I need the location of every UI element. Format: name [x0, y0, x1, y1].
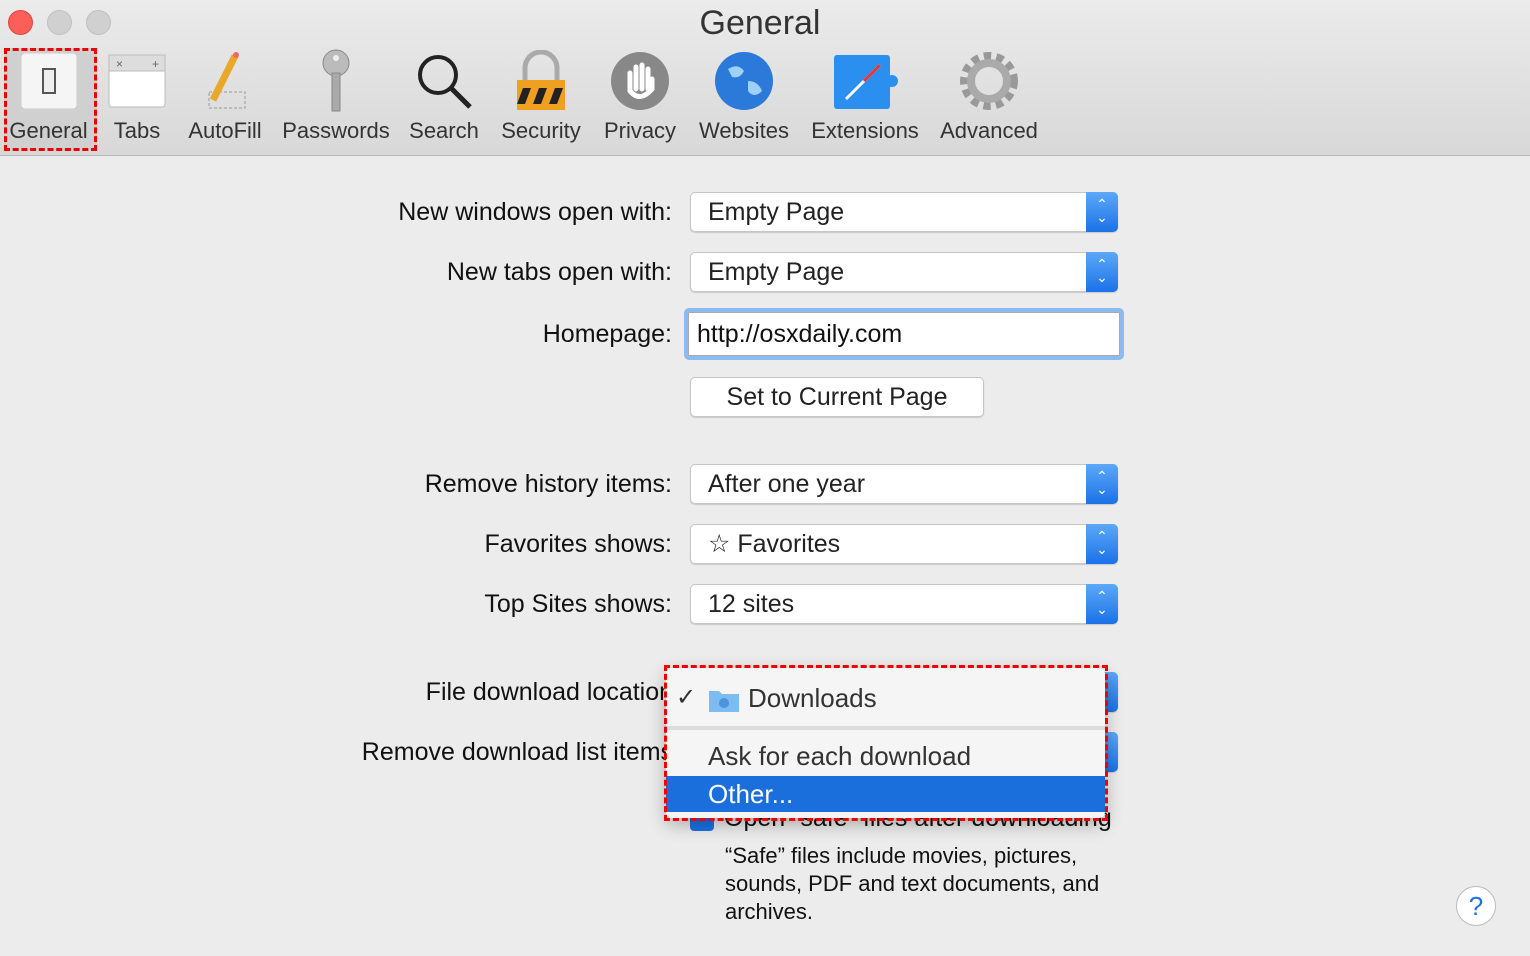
lock-icon: [517, 50, 565, 110]
menu-separator: [666, 726, 1105, 730]
key-icon: [322, 49, 350, 112]
stepper-arrows-icon: ⌃ ⌄: [1086, 524, 1118, 564]
svg-text:×: ×: [116, 57, 123, 71]
stepper-arrows-icon: ⌃ ⌄: [1086, 192, 1118, 232]
tab-websites[interactable]: Websites: [692, 48, 796, 152]
remove-history-popup[interactable]: After one year ⌃ ⌄: [690, 464, 1118, 504]
popup-value: After one year: [708, 470, 866, 498]
svg-text:+: +: [152, 57, 159, 71]
stepper-arrows-icon: ⌃ ⌄: [1086, 584, 1118, 624]
magnifier-icon: [418, 55, 472, 109]
tab-privacy[interactable]: Privacy: [598, 48, 682, 152]
stepper-arrows-icon: ⌃ ⌄: [1086, 464, 1118, 504]
tabs-icon: × +: [108, 54, 166, 108]
tab-label: General: [9, 118, 88, 143]
menu-item-other[interactable]: Other...: [666, 776, 1105, 812]
favorites-label: Favorites shows:: [484, 530, 672, 558]
download-location-menu: ✓ Downloads Ask for each download Other..…: [666, 668, 1105, 818]
homepage-field-wrap: [684, 308, 1124, 360]
hand-icon: [611, 52, 669, 110]
download-location-label: File download location:: [425, 678, 680, 706]
tab-label: Passwords: [282, 118, 390, 143]
remove-history-label: Remove history items:: [424, 470, 672, 498]
tab-passwords[interactable]: Passwords: [278, 48, 394, 152]
homepage-input[interactable]: [688, 312, 1120, 356]
gear-icon: [960, 52, 1018, 110]
tab-label: Tabs: [113, 118, 161, 143]
new-tabs-label: New tabs open with:: [446, 258, 672, 286]
stepper-arrows-icon: ⌃ ⌄: [1086, 252, 1118, 292]
tab-label: Extensions: [811, 118, 919, 143]
new-tabs-popup[interactable]: Empty Page ⌃ ⌄: [690, 252, 1118, 292]
tab-label: Advanced: [940, 118, 1038, 143]
star-icon: ☆: [708, 530, 738, 558]
popup-value: 12 sites: [708, 590, 795, 618]
remove-downloads-label: Remove download list items:: [361, 738, 680, 766]
globe-icon: [715, 52, 773, 110]
tab-label: Security: [501, 118, 581, 143]
top-sites-popup[interactable]: 12 sites ⌃ ⌄: [690, 584, 1118, 624]
tab-label: AutoFill: [188, 118, 262, 143]
window-title: General: [699, 4, 821, 42]
help-button[interactable]: ?: [1456, 886, 1496, 926]
tab-security[interactable]: Security: [494, 48, 588, 152]
new-windows-label: New windows open with:: [398, 198, 672, 226]
menu-item-label: Ask for each download: [708, 741, 972, 771]
checkmark-icon: ✓: [676, 684, 697, 711]
tab-search[interactable]: Search: [404, 48, 484, 152]
titlebar: General General × + Tabs AutoFill Password…: [0, 0, 1530, 156]
set-to-current-page-button[interactable]: Set to Current Page: [690, 377, 984, 417]
popup-value: Empty Page: [708, 258, 845, 286]
popup-value: Empty Page: [708, 198, 845, 226]
top-sites-label: Top Sites shows:: [484, 590, 672, 618]
homepage-label: Homepage:: [542, 320, 672, 348]
tab-autofill[interactable]: AutoFill: [182, 48, 268, 152]
puzzle-icon: [834, 55, 898, 109]
switch-icon: [20, 53, 77, 109]
menu-item-label: Downloads: [748, 683, 877, 713]
tab-tabs[interactable]: × + Tabs: [104, 48, 170, 152]
folder-icon: [709, 691, 739, 713]
new-windows-popup[interactable]: Empty Page ⌃ ⌄: [690, 192, 1118, 232]
popup-value: Favorites: [737, 530, 841, 558]
menu-item-downloads[interactable]: ✓ Downloads: [666, 676, 1105, 720]
menu-item-ask[interactable]: Ask for each download: [666, 736, 1105, 776]
tab-advanced[interactable]: Advanced: [934, 48, 1044, 152]
tab-extensions[interactable]: Extensions: [804, 48, 926, 152]
menu-item-label: Other...: [708, 779, 794, 809]
safe-files-note: “Safe” files include movies, pictures, s…: [725, 843, 1100, 924]
tab-label: Websites: [698, 118, 790, 143]
tab-label: Privacy: [603, 118, 677, 143]
tab-general[interactable]: General: [0, 48, 97, 152]
tab-label: Search: [409, 118, 479, 143]
pencil-icon: [208, 52, 246, 109]
favorites-popup[interactable]: ☆ Favorites ⌃ ⌄: [690, 524, 1118, 564]
